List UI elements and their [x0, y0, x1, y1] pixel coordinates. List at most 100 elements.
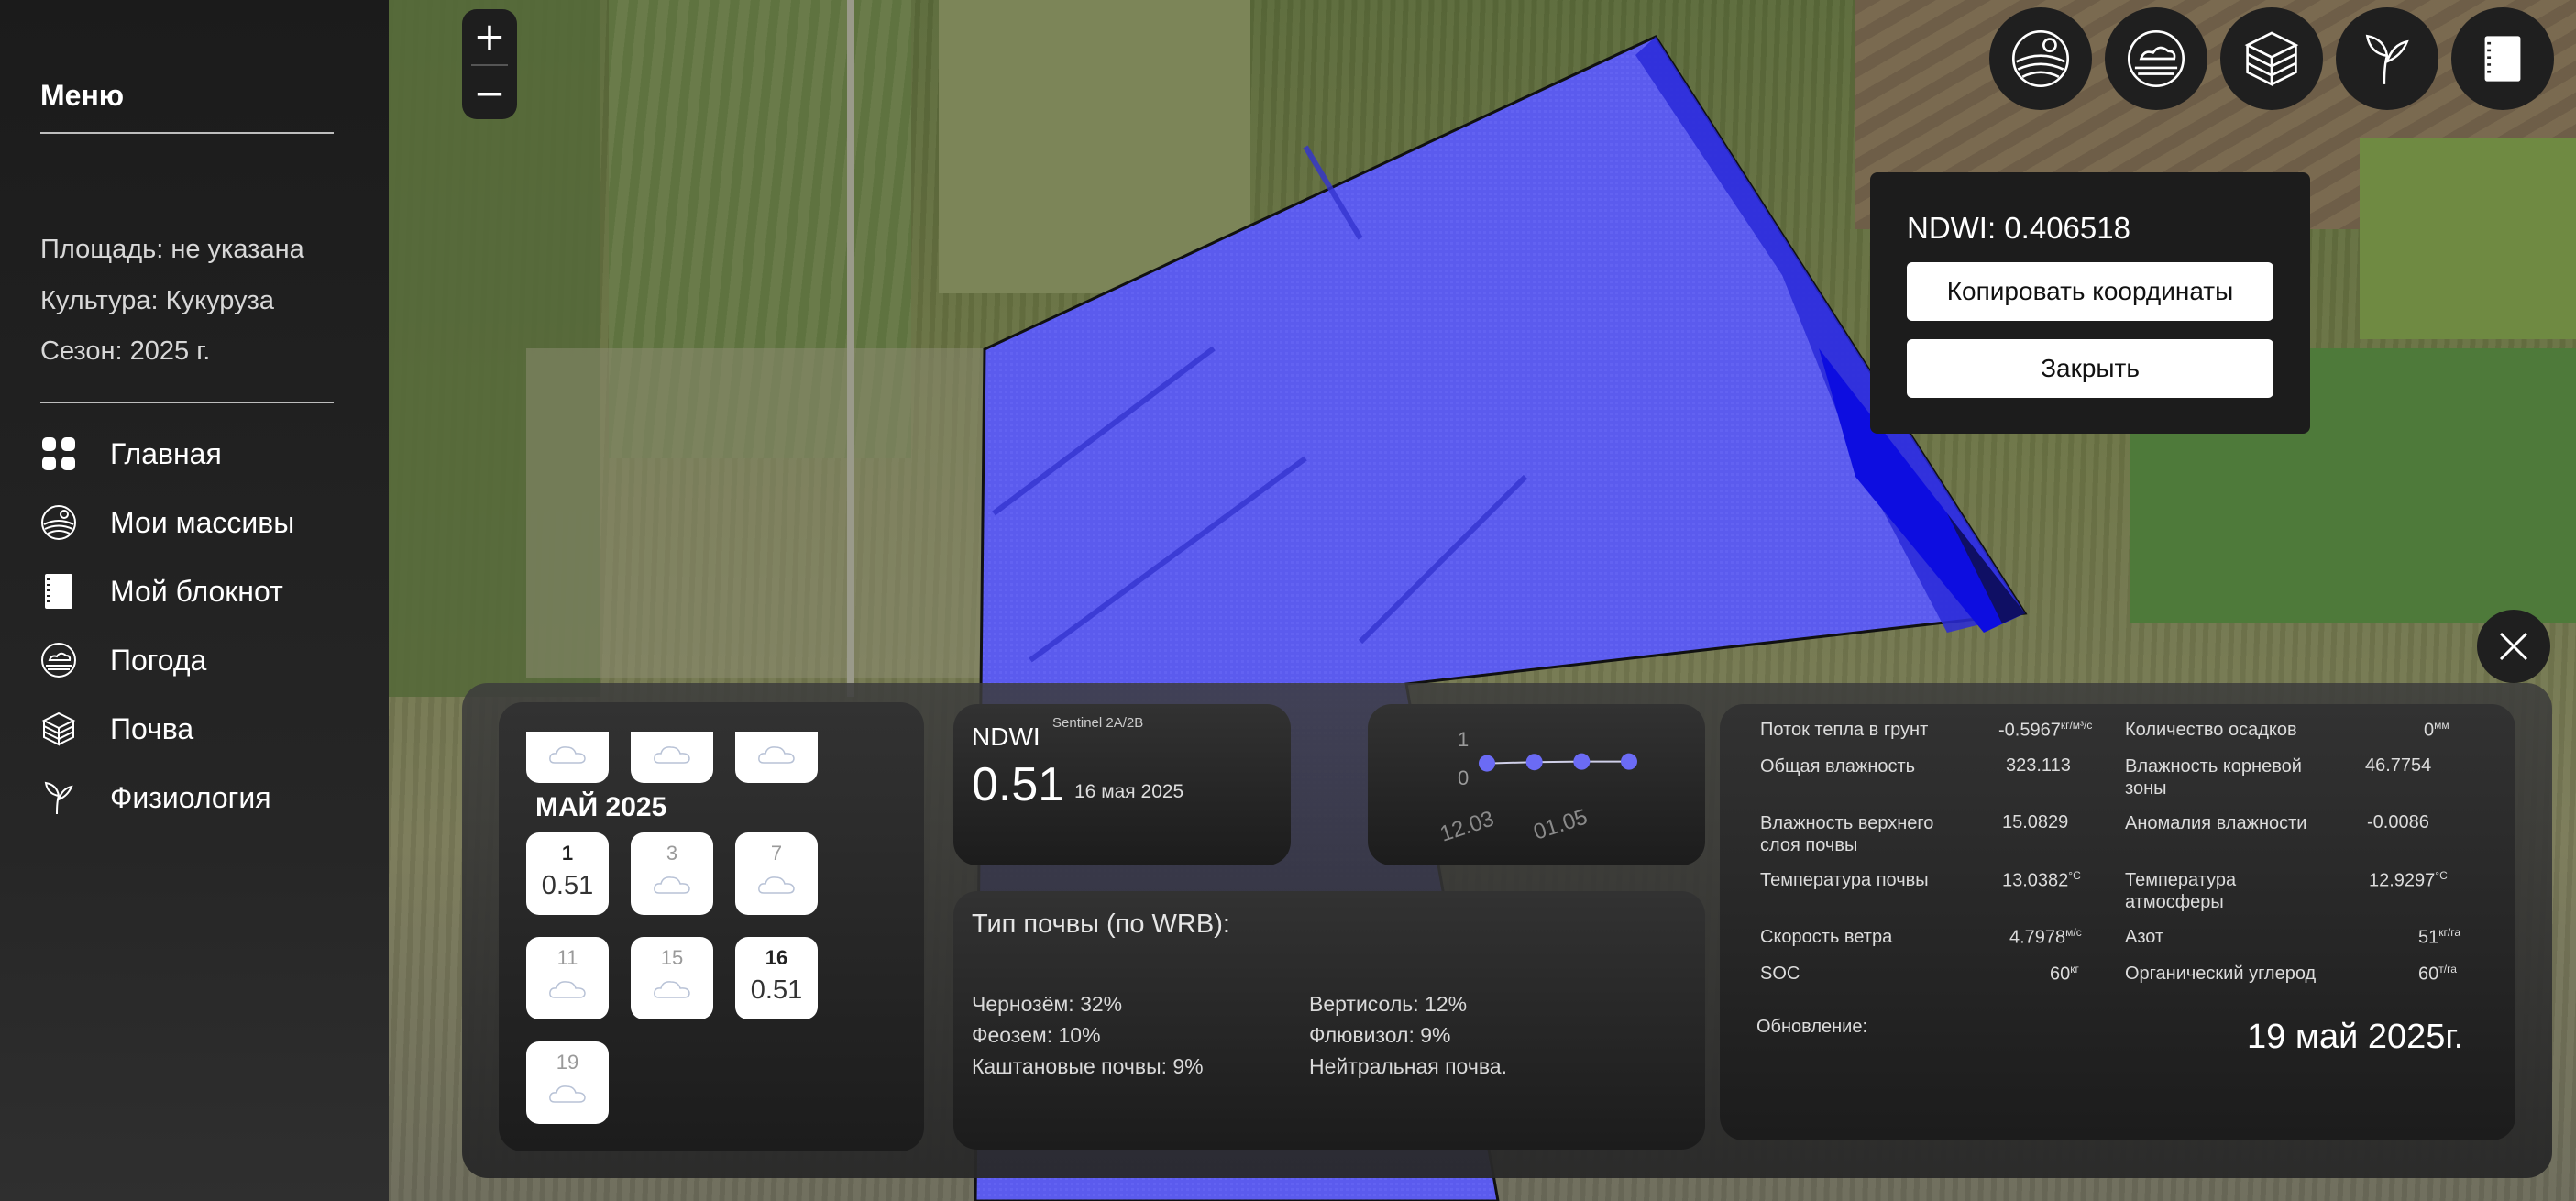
- ndwi-trend-chart: 1 0 12.03 01.05: [1368, 704, 1705, 865]
- divider: [40, 402, 334, 403]
- ndwi-card: NDWI Sentinel 2A/2B 0.51 16 мая 2025: [953, 704, 1291, 865]
- stat-value: 323.113: [2006, 755, 2071, 776]
- area-info: Площадь: не указана: [40, 235, 304, 264]
- day-number: 19: [556, 1051, 579, 1074]
- layer-weather-button[interactable]: [2105, 7, 2207, 110]
- nav-item-notebook[interactable]: Мой блокнот: [40, 569, 352, 613]
- calendar-day-partial[interactable]: [631, 732, 713, 783]
- update-date: 19 май 2025г.: [2247, 1018, 2464, 1056]
- day-number: 3: [666, 842, 678, 865]
- soil-layer-icon: [2244, 31, 2299, 87]
- calendar-day[interactable]: 11: [526, 937, 609, 1019]
- day-number: 15: [660, 946, 684, 969]
- stat-label: Общая влажность: [1760, 756, 1916, 777]
- soil-item: Каштановые почвы: 9%: [972, 1054, 1204, 1078]
- fields-icon: [40, 504, 77, 541]
- stat-value: 0мм: [2424, 719, 2449, 741]
- stat-label: Поток тепла в грунт: [1760, 720, 1929, 740]
- ndwi-card-title: NDWI: [972, 722, 1040, 751]
- cloud-icon: [758, 876, 795, 894]
- cloud-icon: [758, 746, 795, 764]
- soil-item: Флювизол: 9%: [1309, 1023, 1451, 1047]
- copy-coordinates-button[interactable]: Копировать координаты: [1907, 262, 2273, 321]
- nav-item-soil[interactable]: Почва: [40, 707, 352, 751]
- close-popup-button[interactable]: Закрыть: [1907, 339, 2273, 398]
- calendar-day[interactable]: 15: [631, 937, 713, 1019]
- weather-layer-icon: [2127, 29, 2185, 88]
- stat-value: 51кг/га: [2418, 926, 2460, 948]
- day-number: 1: [561, 842, 574, 865]
- close-panel-button[interactable]: [2477, 610, 2550, 683]
- cloud-icon: [549, 1085, 586, 1103]
- stat-label: Влажность верхнего слоя почвы: [1760, 813, 1934, 855]
- nav-label: Мои массивы: [110, 505, 295, 539]
- zoom-out-button[interactable]: −: [462, 66, 517, 121]
- y-tick-label: 1: [1458, 728, 1469, 751]
- sidebar: Меню Площадь: не указана Культура: Кукур…: [0, 0, 389, 1201]
- cloud-icon: [549, 746, 586, 764]
- soil-item: Вертисоль: 12%: [1309, 992, 1468, 1016]
- nav-item-weather[interactable]: Погода: [40, 638, 352, 682]
- cloud-icon: [654, 981, 690, 998]
- fields-layer-icon: [2011, 29, 2070, 88]
- plant-layer-icon: [2365, 34, 2409, 84]
- ndwi-trend-point: [1573, 753, 1591, 770]
- stat-label: Аномалия влажности: [2125, 813, 2307, 833]
- zoom-in-button[interactable]: +: [462, 9, 517, 64]
- ndwi-card-date: 16 мая 2025: [1074, 781, 1184, 802]
- culture-info: Культура: Кукуруза: [40, 286, 274, 315]
- calendar-day[interactable]: 19: [526, 1041, 609, 1124]
- stat-value: 15.0829: [2002, 812, 2069, 832]
- layer-notebook-button[interactable]: [2451, 7, 2554, 110]
- soil-item: Нейтральная почва.: [1309, 1054, 1507, 1078]
- nav-label: Погода: [110, 643, 207, 677]
- stat-label: Органический углерод: [2125, 964, 2317, 984]
- stat-label: Количество осадков: [2125, 720, 2297, 740]
- x-tick-label: 01.05: [1531, 804, 1591, 844]
- cloud-icon: [654, 876, 690, 894]
- stat-value: 13.0382°C: [2002, 869, 2081, 891]
- stat-label: Температура атмосферы: [2125, 870, 2237, 912]
- day-ndwi-value: 0.51: [541, 871, 594, 900]
- calendar-day[interactable]: 16 0.51: [735, 937, 818, 1019]
- calendar-day-partial[interactable]: [735, 732, 818, 783]
- stat-label: Скорость ветра: [1760, 927, 1893, 947]
- day-number: 7: [770, 842, 783, 865]
- zoom-controls: + −: [462, 9, 517, 119]
- layer-soil-button[interactable]: [2220, 7, 2323, 110]
- field-stats-card: Поток тепла в грунт -0.5967кг/м³/с Общая…: [1720, 704, 2515, 1140]
- cloud-icon: [549, 981, 586, 998]
- ndwi-value-text: NDWI: 0.406518: [1907, 211, 2130, 245]
- layer-fields-button[interactable]: [1989, 7, 2092, 110]
- calendar-day[interactable]: 7: [735, 832, 818, 915]
- nav-label: Почва: [110, 711, 194, 745]
- update-label: Обновление:: [1756, 1017, 1868, 1037]
- grid-icon: [40, 435, 77, 472]
- nav-item-home[interactable]: Главная: [40, 432, 352, 476]
- calendar-day[interactable]: 3: [631, 832, 713, 915]
- y-tick-label: 0: [1458, 766, 1469, 789]
- nav-item-my-fields[interactable]: Мои массивы: [40, 501, 352, 545]
- stat-value: -0.5967кг/м³/с: [1998, 719, 2093, 741]
- ndwi-card-source: Sentinel 2A/2B: [1052, 715, 1144, 731]
- calendar-day-partial[interactable]: [526, 732, 609, 783]
- ndwi-trend-point: [1525, 754, 1543, 771]
- divider: [40, 132, 334, 134]
- day-number: 16: [765, 946, 788, 969]
- x-tick-label: 12.03: [1437, 806, 1497, 846]
- close-icon: [2499, 632, 2528, 661]
- stat-label: Азот: [2125, 927, 2164, 947]
- season-info: Сезон: 2025 г.: [40, 336, 211, 366]
- stat-label: Температура почвы: [1760, 870, 1929, 890]
- ndwi-trend-line: [1486, 760, 1629, 765]
- stat-label: SOC: [1760, 964, 1800, 984]
- menu-title: Меню: [40, 79, 125, 112]
- calendar-day[interactable]: 1 0.51: [526, 832, 609, 915]
- soil-item: Чернозём: 32%: [972, 992, 1123, 1016]
- ndwi-trend-point: [1621, 753, 1637, 770]
- nav-item-physiology[interactable]: Физиология: [40, 776, 352, 820]
- soil-type-card: Тип почвы (по WRB): Чернозём: 32% Феозем…: [953, 891, 1705, 1150]
- stat-value: 4.7978м/с: [2009, 926, 2082, 948]
- layer-physiology-button[interactable]: [2336, 7, 2438, 110]
- soil-item: Феозем: 10%: [972, 1023, 1101, 1047]
